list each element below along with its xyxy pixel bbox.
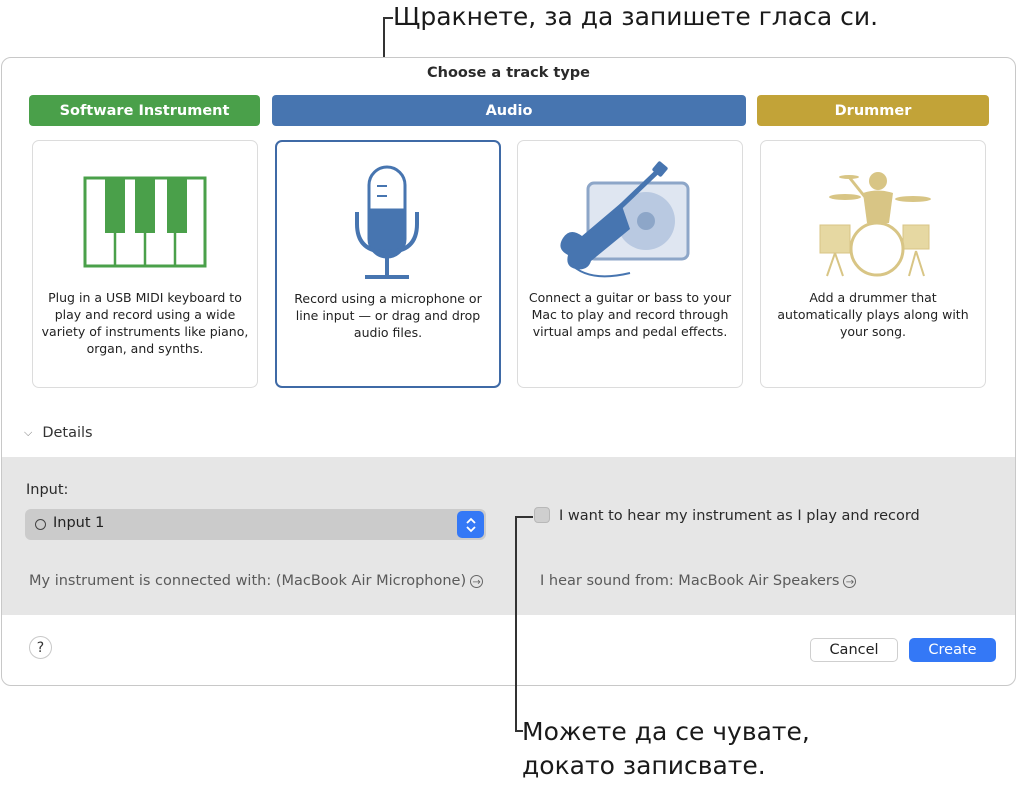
new-track-dialog: Choose a track type Software Instrument … <box>1 57 1016 686</box>
card-audio-microphone[interactable]: Record using a microphone or line input … <box>275 140 501 388</box>
card-drummer[interactable]: Add a drummer that automatically plays a… <box>760 140 986 388</box>
chevron-updown-icon <box>457 511 484 538</box>
card-software-instrument[interactable]: Plug in a USB MIDI keyboard to play and … <box>32 140 258 388</box>
input-radio-icon <box>35 519 46 530</box>
callout-hear-yourself-line2: докато записвате. <box>522 751 766 780</box>
drummer-icon <box>819 172 931 277</box>
dialog-title: Choose a track type <box>427 65 590 81</box>
microphone-icon <box>355 165 419 279</box>
input-select[interactable]: Input 1 <box>25 509 486 540</box>
chevron-down-icon: ⌵ <box>24 426 33 439</box>
guitar-amp-icon <box>560 161 690 278</box>
connected-with-link[interactable]: My instrument is connected with: (MacBoo… <box>29 573 484 589</box>
tab-drummer[interactable]: Drummer <box>757 95 989 126</box>
callout-record-voice: Щракнете, за да запишете гласа си. <box>393 2 879 31</box>
create-button[interactable]: Create <box>909 638 996 662</box>
tab-audio[interactable]: Audio <box>272 95 746 126</box>
details-label: Details <box>42 425 93 441</box>
hear-from-text: I hear sound from: MacBook Air Speakers <box>540 573 840 589</box>
callout-leader-top-tick <box>383 17 393 19</box>
arrow-right-circle-icon: → <box>843 574 857 588</box>
tab-software-instrument[interactable]: Software Instrument <box>29 95 260 126</box>
card-description: Connect a guitar or bass to your Mac to … <box>528 290 732 339</box>
callout-hear-yourself-line1: Можете да се чувате, <box>522 717 810 746</box>
callout-leader-bottom-tick <box>515 516 533 518</box>
connected-with-text: My instrument is connected with: (MacBoo… <box>29 573 467 589</box>
help-button[interactable]: ? <box>29 636 52 659</box>
hear-from-link[interactable]: I hear sound from: MacBook Air Speakers → <box>540 573 857 589</box>
input-select-value: Input 1 <box>53 515 105 531</box>
details-panel: Input: Input 1 I want to hear my instrum… <box>2 457 1015 615</box>
monitor-checkbox[interactable] <box>534 507 550 523</box>
cancel-button[interactable]: Cancel <box>810 638 898 662</box>
card-guitar-bass[interactable]: Connect a guitar or bass to your Mac to … <box>517 140 743 388</box>
arrow-right-circle-icon: → <box>470 574 484 588</box>
monitor-checkbox-label[interactable]: I want to hear my instrument as I play a… <box>559 508 920 524</box>
callout-leader-bottom-end <box>515 730 523 732</box>
card-description: Plug in a USB MIDI keyboard to play and … <box>41 290 249 356</box>
card-description: Add a drummer that automatically plays a… <box>777 290 969 339</box>
piano-keyboard-icon <box>83 176 207 268</box>
card-description: Record using a microphone or line input … <box>294 291 482 340</box>
details-disclosure[interactable]: ⌵ Details <box>24 425 93 441</box>
input-label: Input: <box>26 482 69 498</box>
callout-leader-bottom <box>515 516 517 731</box>
